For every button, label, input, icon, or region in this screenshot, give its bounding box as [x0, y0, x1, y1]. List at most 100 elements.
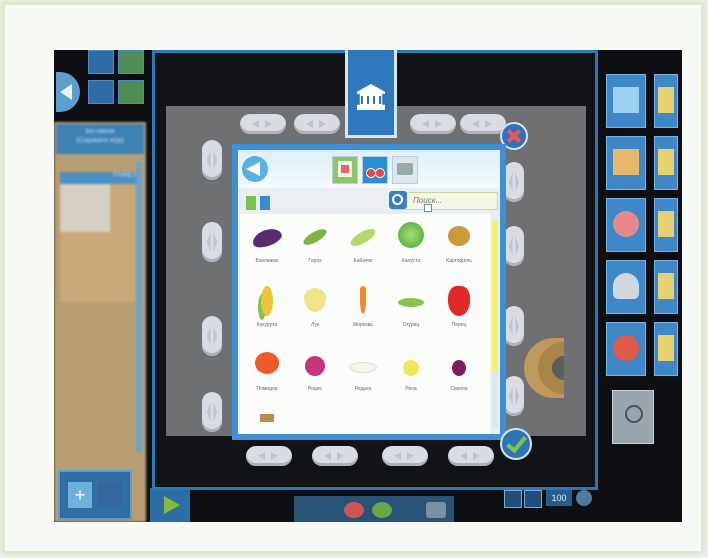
potato-icon — [448, 226, 470, 246]
zoom-in-icon[interactable] — [576, 490, 592, 506]
resize-handle-top[interactable] — [294, 114, 340, 134]
resize-handle-top[interactable] — [410, 114, 456, 134]
asset-item[interactable]: Капуста — [388, 218, 434, 278]
cabbage-icon — [398, 222, 424, 248]
record-icon[interactable] — [344, 502, 364, 518]
microphone-icon — [613, 273, 639, 299]
add-slide-button[interactable] — [68, 482, 92, 508]
filter-blue-icon[interactable] — [260, 196, 270, 210]
tomato-icon — [255, 352, 279, 374]
app-window: Без имени (Сохраните игру) Слайд 1 + Пои… — [54, 50, 682, 522]
add-icon[interactable] — [118, 80, 144, 104]
download-icon[interactable] — [118, 50, 144, 74]
search-zoom-button[interactable] — [612, 390, 654, 444]
zoom-grid-icon[interactable] — [524, 490, 542, 508]
resize-handle-right[interactable] — [504, 306, 524, 346]
confirm-icon[interactable] — [500, 428, 532, 460]
asset-item[interactable]: Репа — [388, 346, 434, 406]
scenes-category-icon[interactable] — [332, 156, 358, 184]
museum-tool[interactable] — [654, 322, 678, 376]
asset-item[interactable]: Кабачок — [340, 218, 386, 278]
colors-tool[interactable] — [606, 322, 646, 376]
resize-handle-right[interactable] — [504, 226, 524, 266]
asset-item[interactable]: Перец — [436, 282, 482, 342]
resize-handle-top[interactable] — [460, 114, 506, 134]
asset-label: Редис — [308, 386, 322, 392]
library-dialog: Баклажан Горох Кабачок Капуста Картофель Куку… — [232, 144, 506, 440]
asset-item[interactable]: Кукуруза — [244, 282, 290, 342]
asset-item[interactable]: Свекла — [436, 346, 482, 406]
building-icon — [658, 87, 674, 113]
brush-icon — [613, 149, 639, 175]
asset-label: Капуста — [401, 258, 421, 264]
back-arrow-icon[interactable] — [56, 72, 80, 112]
search-icon[interactable] — [389, 191, 407, 209]
slides-panel: Без имени (Сохраните игру) Слайд 1 — [54, 122, 146, 522]
select-checkbox[interactable] — [424, 204, 432, 212]
cucumber-icon — [398, 298, 424, 307]
back-icon[interactable] — [242, 156, 268, 182]
asset-label: Перец — [451, 322, 467, 328]
resize-handle-left[interactable] — [202, 140, 222, 180]
asset-label: Картофель — [446, 258, 472, 264]
asset-item[interactable]: Баклажан — [244, 218, 290, 278]
scrollbar-thumb[interactable] — [492, 222, 498, 372]
asset-label: Редька — [354, 386, 372, 392]
bag-icon[interactable] — [88, 80, 114, 104]
beet-icon — [452, 360, 466, 376]
palette-icon — [613, 335, 639, 361]
resize-handle-left[interactable] — [202, 316, 222, 356]
slide-thumbnail[interactable] — [60, 184, 110, 232]
resize-handle-top[interactable] — [240, 114, 286, 134]
search-box — [389, 191, 498, 210]
props-category-icon[interactable] — [362, 156, 388, 184]
backgrounds-tool[interactable] — [606, 74, 646, 128]
onion-icon — [304, 288, 326, 312]
character-button[interactable] — [98, 482, 122, 508]
project-title[interactable]: Без имени (Сохраните игру) — [56, 124, 144, 154]
green-circle-icon[interactable] — [372, 502, 392, 518]
asset-item[interactable]: Морковь — [340, 282, 386, 342]
museum-tab[interactable] — [345, 50, 397, 138]
asset-item[interactable]: Горох — [292, 218, 338, 278]
resize-handle-left[interactable] — [202, 392, 222, 432]
text-tool[interactable] — [654, 136, 678, 190]
buildings-tool[interactable] — [654, 74, 678, 128]
resize-handle-bottom[interactable] — [312, 446, 358, 466]
asset-item[interactable]: Картофель — [436, 218, 482, 278]
play-button[interactable] — [150, 488, 190, 522]
resize-handle-left[interactable] — [202, 222, 222, 262]
resize-handle-bottom[interactable] — [448, 446, 494, 466]
resize-handle-bottom[interactable] — [382, 446, 428, 466]
asset-item[interactable]: Огурец — [388, 282, 434, 342]
zoom-fit-icon[interactable] — [504, 490, 522, 508]
library-scrollbar[interactable] — [492, 218, 498, 428]
asset-item[interactable]: Редис — [292, 346, 338, 406]
resize-handle-bottom[interactable] — [246, 446, 292, 466]
save-hint: (Сохраните игру) — [76, 138, 124, 144]
slides-scrollbar[interactable] — [136, 162, 142, 452]
camera-icon — [658, 273, 674, 299]
resize-handle-right[interactable] — [504, 162, 524, 202]
asset-label: Помидор — [256, 386, 278, 392]
daikon-icon — [349, 362, 377, 373]
asset-item-partial[interactable] — [244, 410, 290, 434]
asset-item[interactable]: Лук — [292, 282, 338, 342]
camera-tool[interactable] — [654, 260, 678, 314]
slide-label: Слайд 1 — [60, 172, 140, 184]
filter-green-icon[interactable] — [246, 196, 256, 210]
photo-icon[interactable] — [88, 50, 114, 74]
asset-item[interactable]: Помидор — [244, 346, 290, 406]
props-tool[interactable] — [606, 198, 646, 252]
landscape-icon — [613, 87, 639, 113]
sticker-tool[interactable] — [654, 198, 678, 252]
drawing-tool[interactable] — [606, 136, 646, 190]
museum-small-icon — [658, 335, 674, 361]
resize-handle-right[interactable] — [504, 376, 524, 416]
sounds-category-icon[interactable] — [392, 156, 418, 184]
trash-icon[interactable] — [426, 502, 446, 518]
asset-item[interactable]: Редька — [340, 346, 386, 406]
vegetable-icon — [260, 414, 274, 422]
carrot-icon — [360, 286, 366, 314]
sound-tool[interactable] — [606, 260, 646, 314]
